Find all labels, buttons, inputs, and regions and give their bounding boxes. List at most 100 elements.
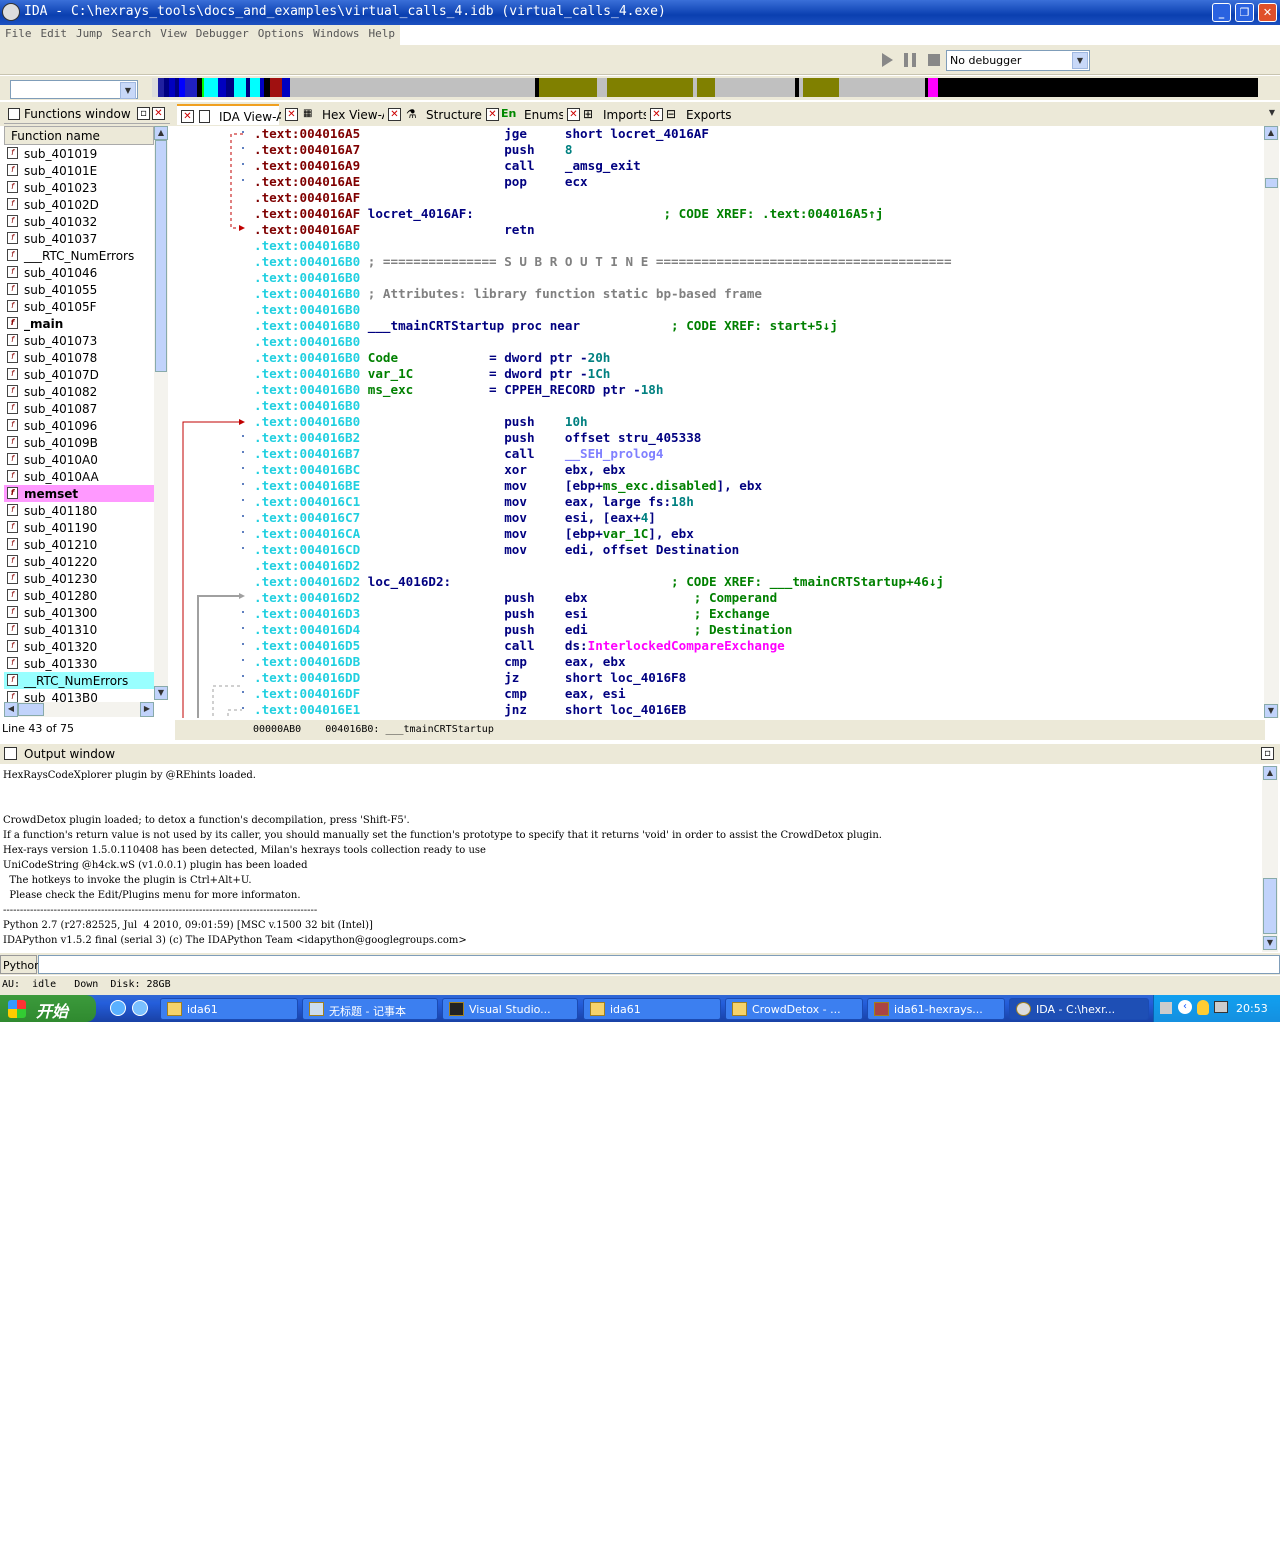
disassembly-line[interactable]: .text:004016B0 bbox=[254, 302, 1259, 318]
segment-select[interactable]: ▼ bbox=[10, 80, 138, 99]
function-list-item[interactable]: f sub_401190 bbox=[4, 519, 154, 536]
menu-debugger[interactable]: Debugger bbox=[191, 25, 253, 40]
disassembly-line[interactable]: .text:004016B2 push offset stru_405338 bbox=[254, 430, 1259, 446]
line-address[interactable]: .text:004016B2 bbox=[254, 430, 360, 445]
chevron-down-icon[interactable]: ▼ bbox=[1265, 107, 1279, 121]
function-list-item[interactable]: f _main bbox=[4, 315, 154, 332]
python-label[interactable]: Python bbox=[0, 955, 41, 974]
line-address[interactable]: .text:004016AF bbox=[254, 190, 360, 205]
close-tab-icon[interactable]: ✕ bbox=[567, 108, 580, 121]
navigation-band[interactable] bbox=[152, 78, 1258, 97]
function-list-item[interactable]: f sub_401320 bbox=[4, 638, 154, 655]
function-list-item[interactable]: f memset bbox=[4, 485, 154, 502]
line-address[interactable]: .text:004016D4 bbox=[254, 622, 360, 637]
menu-view[interactable]: View bbox=[155, 25, 191, 40]
menu-options[interactable]: Options bbox=[253, 25, 308, 40]
disassembly-line[interactable]: .text:004016B0 bbox=[254, 334, 1259, 350]
function-list-item[interactable]: f sub_401096 bbox=[4, 417, 154, 434]
line-address[interactable]: .text:004016B0 bbox=[254, 270, 360, 285]
function-list-item[interactable]: f sub_401230 bbox=[4, 570, 154, 587]
disassembly-line[interactable]: .text:004016B0 bbox=[254, 398, 1259, 414]
disassembly-line[interactable]: .text:004016C7 mov esi, [eax+4] bbox=[254, 510, 1259, 526]
scroll-up-icon[interactable]: ▲ bbox=[1263, 766, 1277, 780]
internet-explorer-icon[interactable] bbox=[110, 1000, 126, 1016]
network-icon[interactable] bbox=[1214, 1001, 1228, 1013]
disassembly-line[interactable]: .text:004016E1 jnz short loc_4016EB bbox=[254, 702, 1259, 718]
line-address[interactable]: .text:004016B0 bbox=[254, 350, 360, 365]
line-address[interactable]: .text:004016D3 bbox=[254, 606, 360, 621]
function-list-item[interactable]: f sub_401087 bbox=[4, 400, 154, 417]
disassembly-line[interactable]: .text:004016D4 push edi ; Destination bbox=[254, 622, 1259, 638]
disassembly-line[interactable]: .text:004016DF cmp eax, esi bbox=[254, 686, 1259, 702]
menu-jump[interactable]: Jump bbox=[71, 25, 107, 40]
output-log[interactable]: HexRaysCodeXplorer plugin by @REhints lo… bbox=[0, 765, 1262, 951]
disassembly-line[interactable]: .text:004016A5 jge short locret_4016AF bbox=[254, 126, 1259, 142]
scroll-right-icon[interactable]: ▶ bbox=[140, 702, 154, 717]
function-list-item[interactable]: f sub_401019 bbox=[4, 145, 154, 162]
function-list-item[interactable]: f sub_40107D bbox=[4, 366, 154, 383]
function-list-item[interactable]: f sub_40105F bbox=[4, 298, 154, 315]
line-address[interactable]: .text:004016DD bbox=[254, 670, 360, 685]
line-address[interactable]: .text:004016A9 bbox=[254, 158, 360, 173]
function-list-item[interactable]: f sub_401330 bbox=[4, 655, 154, 672]
function-list-item[interactable]: f sub_4010A0 bbox=[4, 451, 154, 468]
line-address[interactable]: .text:004016E1 bbox=[254, 702, 360, 717]
disassembly-line[interactable]: .text:004016A9 call _amsg_exit bbox=[254, 158, 1259, 174]
chevron-left-icon[interactable]: ‹ bbox=[1178, 1000, 1192, 1014]
scroll-left-icon[interactable]: ◀ bbox=[4, 702, 18, 717]
line-address[interactable]: .text:004016B0 bbox=[254, 318, 360, 333]
menu-help[interactable]: Help bbox=[363, 25, 399, 40]
play-icon[interactable] bbox=[880, 52, 894, 68]
function-list-item[interactable]: f sub_401037 bbox=[4, 230, 154, 247]
function-list-item[interactable]: f sub_401210 bbox=[4, 536, 154, 553]
line-address[interactable]: .text:004016B0 bbox=[254, 238, 360, 253]
line-address[interactable]: .text:004016B0 bbox=[254, 286, 360, 301]
disassembly-line[interactable]: .text:004016D2 loc_4016D2: ; CODE XREF: … bbox=[254, 574, 1259, 590]
line-address[interactable]: .text:004016D2 bbox=[254, 558, 360, 573]
function-list-item[interactable]: f sub_40101E bbox=[4, 162, 154, 179]
task-ida61[interactable]: ida61 bbox=[160, 998, 298, 1020]
line-address[interactable]: .text:004016B0 bbox=[254, 382, 360, 397]
disassembly-line[interactable]: .text:004016D2 push ebx ; Comperand bbox=[254, 590, 1259, 606]
chevron-down-icon[interactable]: ▼ bbox=[120, 82, 136, 99]
menu-search[interactable]: Search bbox=[107, 25, 156, 40]
disassembly-line[interactable]: .text:004016B0 ; =============== S U B R… bbox=[254, 254, 1259, 270]
output-vertical-scrollbar[interactable]: ▲ ▼ bbox=[1262, 766, 1278, 952]
tab-structures[interactable]: ✕ ⚗ Structures bbox=[384, 104, 488, 125]
line-address[interactable]: .text:004016D5 bbox=[254, 638, 360, 653]
pause-icon[interactable] bbox=[904, 53, 916, 67]
scroll-thumb[interactable] bbox=[1265, 178, 1278, 188]
disassembly-text[interactable]: .text:004016A5 jge short locret_4016AF .t… bbox=[254, 126, 1259, 718]
function-name-column-header[interactable]: Function name bbox=[4, 126, 154, 145]
close-tab-icon[interactable]: ✕ bbox=[181, 110, 194, 123]
function-list-item[interactable]: f sub_401046 bbox=[4, 264, 154, 281]
line-address[interactable]: .text:004016B0 bbox=[254, 302, 360, 317]
tab-imports[interactable]: ✕ ⊞ Imports bbox=[563, 104, 649, 125]
disassembly-line[interactable]: .text:004016B0 push 10h bbox=[254, 414, 1259, 430]
line-address[interactable]: .text:004016B7 bbox=[254, 446, 360, 461]
quick-launch-icon[interactable] bbox=[132, 1000, 148, 1016]
line-address[interactable]: .text:004016CD bbox=[254, 542, 360, 557]
task-notepad[interactable]: 无标题 - 记事本 bbox=[302, 998, 438, 1020]
scroll-up-icon[interactable]: ▲ bbox=[154, 126, 168, 140]
disassembly-line[interactable]: .text:004016D5 call ds:InterlockedCompar… bbox=[254, 638, 1259, 654]
line-address[interactable]: .text:004016D2 bbox=[254, 574, 360, 589]
task-ida-active[interactable]: IDA - C:\hexr... bbox=[1009, 998, 1149, 1020]
line-address[interactable]: .text:004016BE bbox=[254, 478, 360, 493]
ida-view-disassembly[interactable]: .text:004016A5 jge short locret_4016AF .t… bbox=[175, 126, 1263, 718]
disassembly-line[interactable]: .text:004016CA mov [ebp+var_1C], ebx bbox=[254, 526, 1259, 542]
function-list-item[interactable]: f sub_401082 bbox=[4, 383, 154, 400]
function-list-item[interactable]: f sub_40109B bbox=[4, 434, 154, 451]
disassembly-line[interactable]: .text:004016D3 push esi ; Exchange bbox=[254, 606, 1259, 622]
disassembly-line[interactable]: .text:004016AF retn bbox=[254, 222, 1259, 238]
function-list-item[interactable]: f sub_40102D bbox=[4, 196, 154, 213]
function-list-item[interactable]: f sub_401023 bbox=[4, 179, 154, 196]
disassembly-line[interactable]: .text:004016CD mov edi, offset Destinati… bbox=[254, 542, 1259, 558]
debugger-select[interactable]: No debugger ▼ bbox=[946, 50, 1090, 71]
function-list-item[interactable]: f sub_401220 bbox=[4, 553, 154, 570]
functions-vertical-scrollbar[interactable]: ▲ ▼ bbox=[154, 126, 168, 700]
minimize-icon[interactable]: _ bbox=[1212, 3, 1231, 22]
functions-horizontal-scrollbar[interactable]: ◀ ▶ bbox=[4, 702, 154, 717]
disassembly-line[interactable]: .text:004016B0 bbox=[254, 270, 1259, 286]
line-address[interactable]: .text:004016B0 bbox=[254, 334, 360, 349]
